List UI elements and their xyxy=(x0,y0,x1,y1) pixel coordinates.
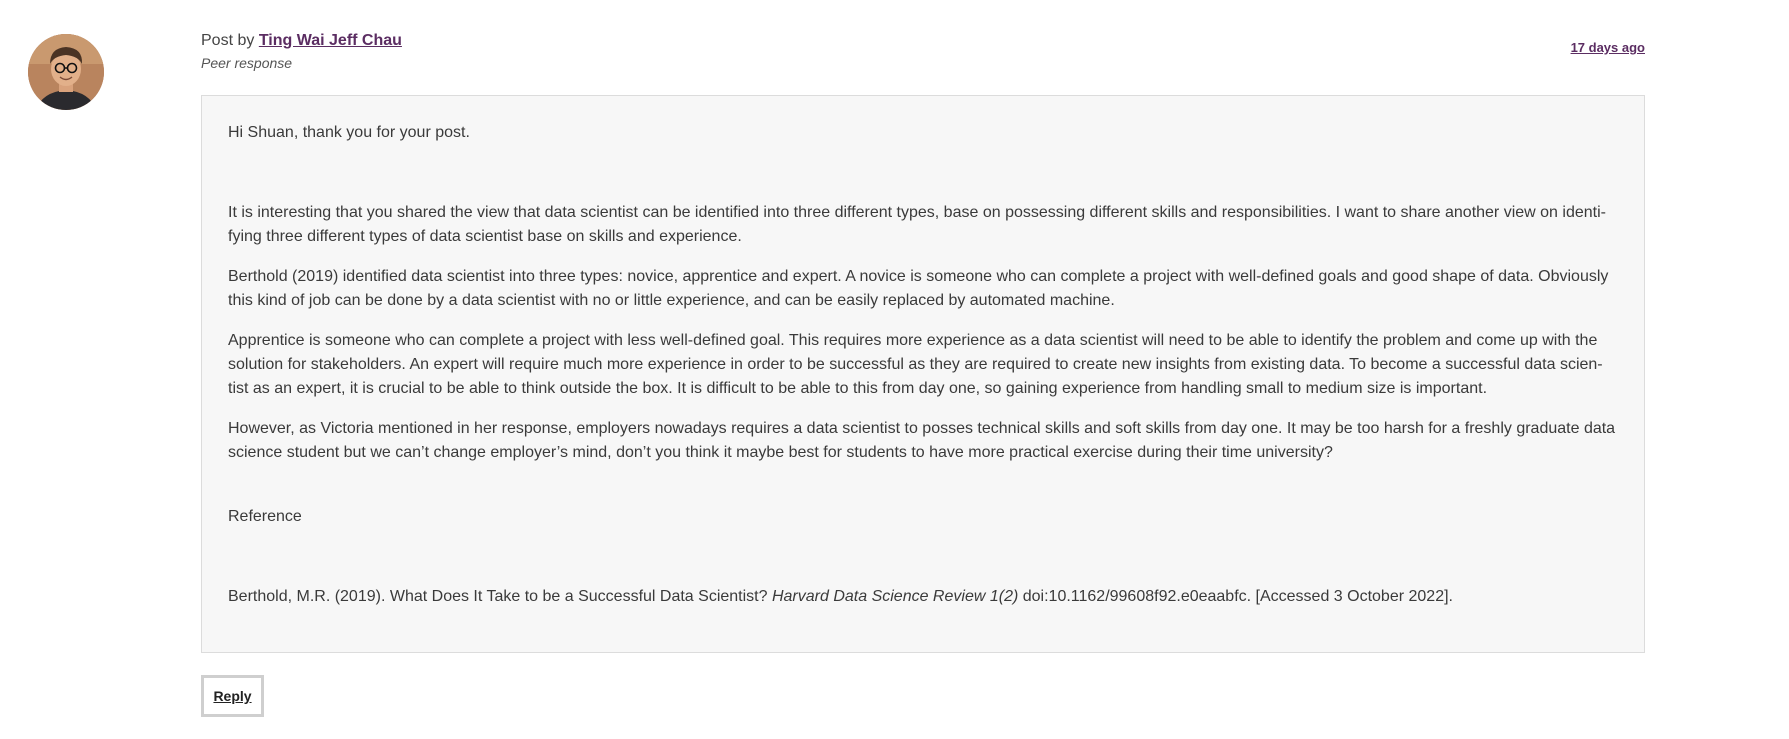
post-header: Post by Ting Wai Jeff Chau Peer response… xyxy=(201,30,1645,76)
post-body: Hi Shuan, thank you for your post. It is… xyxy=(201,95,1645,653)
post-paragraph: Apprentice is someone who can complete a… xyxy=(228,332,1603,397)
reference-heading: Reference xyxy=(228,508,302,525)
citation-journal: Harvard Data Science Review 1(2) xyxy=(771,588,1019,605)
post-greeting: Hi Shuan, thank you for your post. xyxy=(228,124,470,141)
reference-citation: Berthold, M.R. (2019). What Does It Take… xyxy=(228,585,1619,609)
citation-doi: doi:10.1162/99608f92.e0eaabfc. [Accessed… xyxy=(1018,588,1453,605)
author-link[interactable]: Ting Wai Jeff Chau xyxy=(259,32,402,49)
post-type-label: Peer response xyxy=(201,55,293,71)
post-by-label: Post by xyxy=(201,32,255,49)
post-timestamp-link[interactable]: 17 days ago xyxy=(1571,40,1645,55)
post-author-line: Post by Ting Wai Jeff Chau xyxy=(201,30,1645,52)
citation-text: Berthold, M.R. (2019). What Does It Take… xyxy=(228,588,772,605)
avatar[interactable] xyxy=(28,34,104,110)
post-paragraph: Berthold (2019) identified data scientis… xyxy=(228,268,1609,309)
post-paragraph: However, as Victoria mentioned in her re… xyxy=(228,420,1616,461)
post-paragraph: It is interesting that you shared the vi… xyxy=(228,204,1606,245)
forum-post: Post by Ting Wai Jeff Chau Peer response… xyxy=(0,0,1789,739)
user-photo-icon xyxy=(28,34,104,110)
reply-button[interactable]: Reply xyxy=(201,675,264,717)
